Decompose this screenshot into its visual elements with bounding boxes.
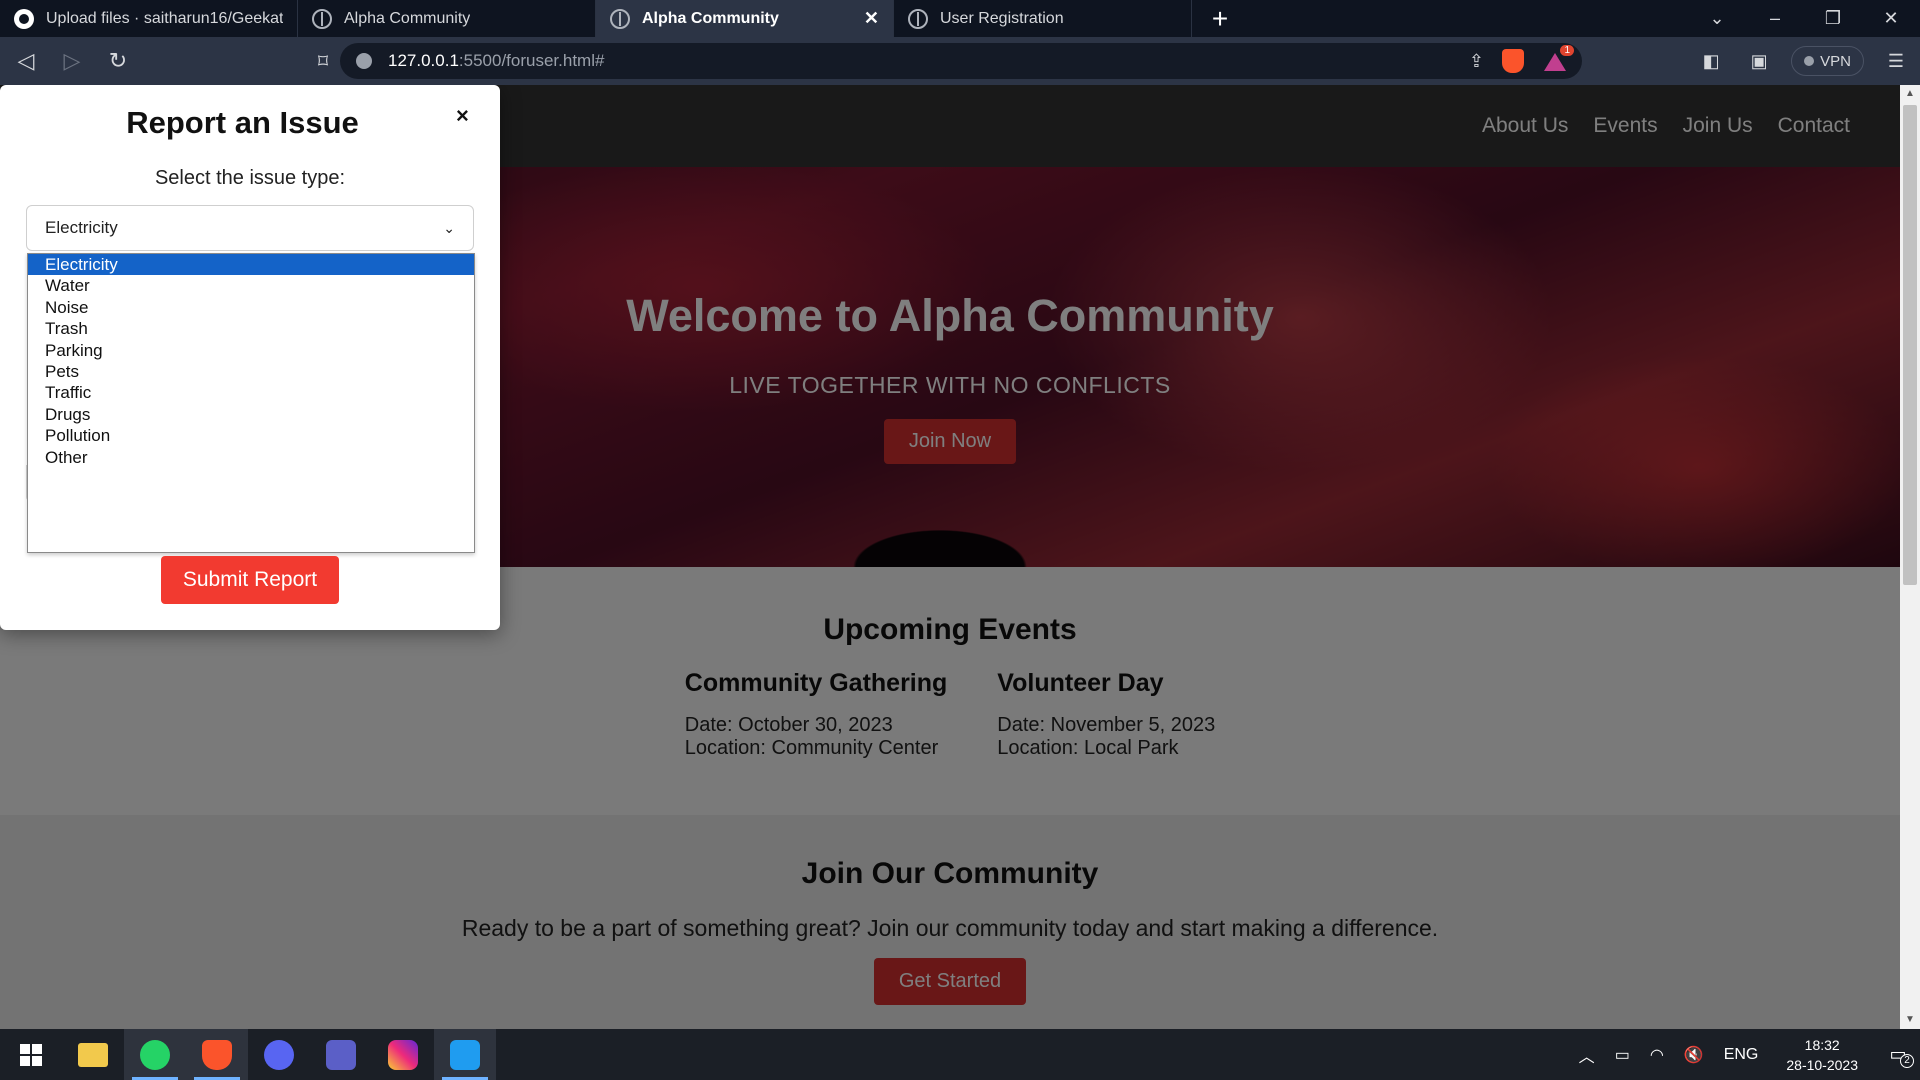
tab-title: Alpha Community: [642, 9, 779, 27]
submit-report-button[interactable]: Submit Report: [161, 556, 339, 604]
sidebar-icon[interactable]: ◧: [1687, 51, 1735, 72]
taskbar-teams[interactable]: [310, 1029, 372, 1080]
system-tray: ︿ ▭ ◠ 🔇 ENG 18:32 28-10-2023 ▭ 2: [1569, 1029, 1920, 1080]
menu-icon[interactable]: ☰: [1872, 51, 1920, 72]
selected-value: Electricity: [45, 218, 118, 237]
vpn-status-icon: [1804, 56, 1815, 66]
clock[interactable]: 18:32 28-10-2023: [1786, 1035, 1858, 1075]
discord-icon: [264, 1039, 294, 1070]
option-electricity[interactable]: Electricity: [28, 254, 474, 276]
issue-type-label: Select the issue type:: [154, 167, 346, 189]
taskbar-discord[interactable]: [248, 1029, 310, 1080]
globe-icon: [312, 8, 332, 29]
option-trash[interactable]: Trash: [28, 318, 474, 339]
option-other[interactable]: Other: [28, 447, 474, 468]
notifications-icon[interactable]: ▭ 2: [1876, 1044, 1920, 1068]
tab-title: Alpha Community: [344, 9, 471, 27]
scroll-up-icon[interactable]: ▲: [1900, 85, 1920, 103]
wifi-icon[interactable]: ◠: [1650, 1045, 1664, 1065]
issue-type-select[interactable]: Electricity ⌄: [26, 205, 474, 251]
site-info-icon[interactable]: [356, 53, 372, 69]
page-viewport: About Us Events Join Us Contact Welcome …: [0, 85, 1920, 1029]
toolbar-right: ◧ ▣ VPN ☰: [1687, 37, 1920, 85]
globe-icon: [610, 8, 630, 29]
rewards-badge: 1: [1560, 45, 1574, 56]
brave-icon: [202, 1039, 232, 1070]
option-water[interactable]: Water: [28, 275, 474, 296]
clock-date: 28-10-2023: [1786, 1056, 1858, 1073]
windows-taskbar: ︿ ▭ ◠ 🔇 ENG 18:32 28-10-2023 ▭ 2: [0, 1029, 1920, 1080]
share-icon[interactable]: ⇪: [1469, 51, 1484, 72]
battery-icon[interactable]: ▭: [1615, 1045, 1630, 1065]
brave-shields-icon[interactable]: [1502, 49, 1524, 73]
minimize-icon[interactable]: –: [1746, 0, 1804, 37]
new-tab-button[interactable]: +: [1192, 0, 1248, 37]
github-icon: [14, 8, 34, 29]
notification-count: 2: [1900, 1054, 1914, 1068]
close-modal-icon[interactable]: ×: [456, 103, 469, 129]
vpn-button[interactable]: VPN: [1791, 46, 1864, 76]
browser-toolbar: ◁ ▷ ↻ ⌑ 127.0.0.1 :5500/foruser.html# ⇪ …: [0, 37, 1920, 85]
bookmark-icon[interactable]: ⌑: [308, 49, 338, 74]
close-tab-icon[interactable]: ✕: [864, 8, 879, 29]
reload-icon[interactable]: ↻: [98, 41, 138, 81]
web-page: About Us Events Join Us Contact Welcome …: [0, 85, 1900, 1029]
vpn-label: VPN: [1820, 52, 1851, 70]
tab-user-registration[interactable]: User Registration: [894, 0, 1192, 37]
taskbar-whatsapp[interactable]: [124, 1029, 186, 1080]
modal-title: Report an Issue: [126, 105, 359, 140]
tab-upload-files[interactable]: Upload files · saitharun16/Geekathon_: [0, 0, 298, 37]
volume-muted-icon[interactable]: 🔇: [1684, 1045, 1704, 1065]
tab-alpha-community-active[interactable]: Alpha Community ✕: [596, 0, 894, 37]
vscode-icon: [450, 1039, 480, 1070]
issue-type-dropdown: Electricity Water Noise Trash Parking Pe…: [27, 253, 475, 553]
taskbar-brave[interactable]: [186, 1029, 248, 1080]
start-button[interactable]: [0, 1029, 62, 1080]
scrollbar-thumb[interactable]: [1903, 105, 1917, 585]
start-icon: [20, 1043, 42, 1066]
wallet-icon[interactable]: ▣: [1735, 51, 1783, 72]
show-hidden-icons-icon[interactable]: ︿: [1579, 1043, 1595, 1067]
address-bar[interactable]: 127.0.0.1 :5500/foruser.html# ⇪ 1: [340, 43, 1582, 79]
browser-tabstrip: Upload files · saitharun16/Geekathon_ Al…: [0, 0, 1920, 37]
option-pollution[interactable]: Pollution: [28, 425, 474, 446]
option-pets[interactable]: Pets: [28, 361, 474, 382]
clock-time: 18:32: [1804, 1036, 1840, 1053]
scroll-down-icon[interactable]: ▼: [1900, 1011, 1920, 1029]
globe-icon: [908, 8, 928, 29]
taskbar-instagram[interactable]: [372, 1029, 434, 1080]
whatsapp-icon: [140, 1039, 170, 1070]
taskbar-file-explorer[interactable]: [62, 1029, 124, 1080]
tab-title: User Registration: [940, 9, 1064, 27]
tab-alpha-community-1[interactable]: Alpha Community: [298, 0, 596, 37]
page-scrollbar[interactable]: ▲ ▼: [1900, 85, 1920, 1029]
close-window-icon[interactable]: ✕: [1862, 0, 1920, 37]
back-icon[interactable]: ◁: [6, 41, 46, 81]
teams-icon: [326, 1039, 356, 1070]
report-issue-modal: Report an Issue × Select the issue type:…: [0, 85, 500, 630]
option-drugs[interactable]: Drugs: [28, 404, 474, 425]
brave-rewards-icon[interactable]: 1: [1544, 45, 1574, 71]
window-controls: ⌄ – ❐ ✕: [1688, 0, 1920, 37]
url-path: :5500/foruser.html#: [458, 51, 605, 70]
option-traffic[interactable]: Traffic: [28, 382, 474, 403]
language-indicator[interactable]: ENG: [1724, 1046, 1759, 1064]
chevron-down-icon: ⌄: [443, 219, 455, 236]
instagram-icon: [388, 1039, 418, 1070]
restore-icon[interactable]: ❐: [1804, 0, 1862, 37]
option-parking[interactable]: Parking: [28, 340, 474, 361]
tab-title: Upload files · saitharun16/Geekathon_: [46, 9, 283, 27]
taskbar-vscode[interactable]: [434, 1029, 496, 1080]
forward-icon[interactable]: ▷: [52, 41, 92, 81]
url-host: 127.0.0.1: [388, 51, 459, 70]
file-explorer-icon: [78, 1042, 108, 1067]
option-noise[interactable]: Noise: [28, 297, 474, 318]
tab-search-icon[interactable]: ⌄: [1688, 0, 1746, 37]
